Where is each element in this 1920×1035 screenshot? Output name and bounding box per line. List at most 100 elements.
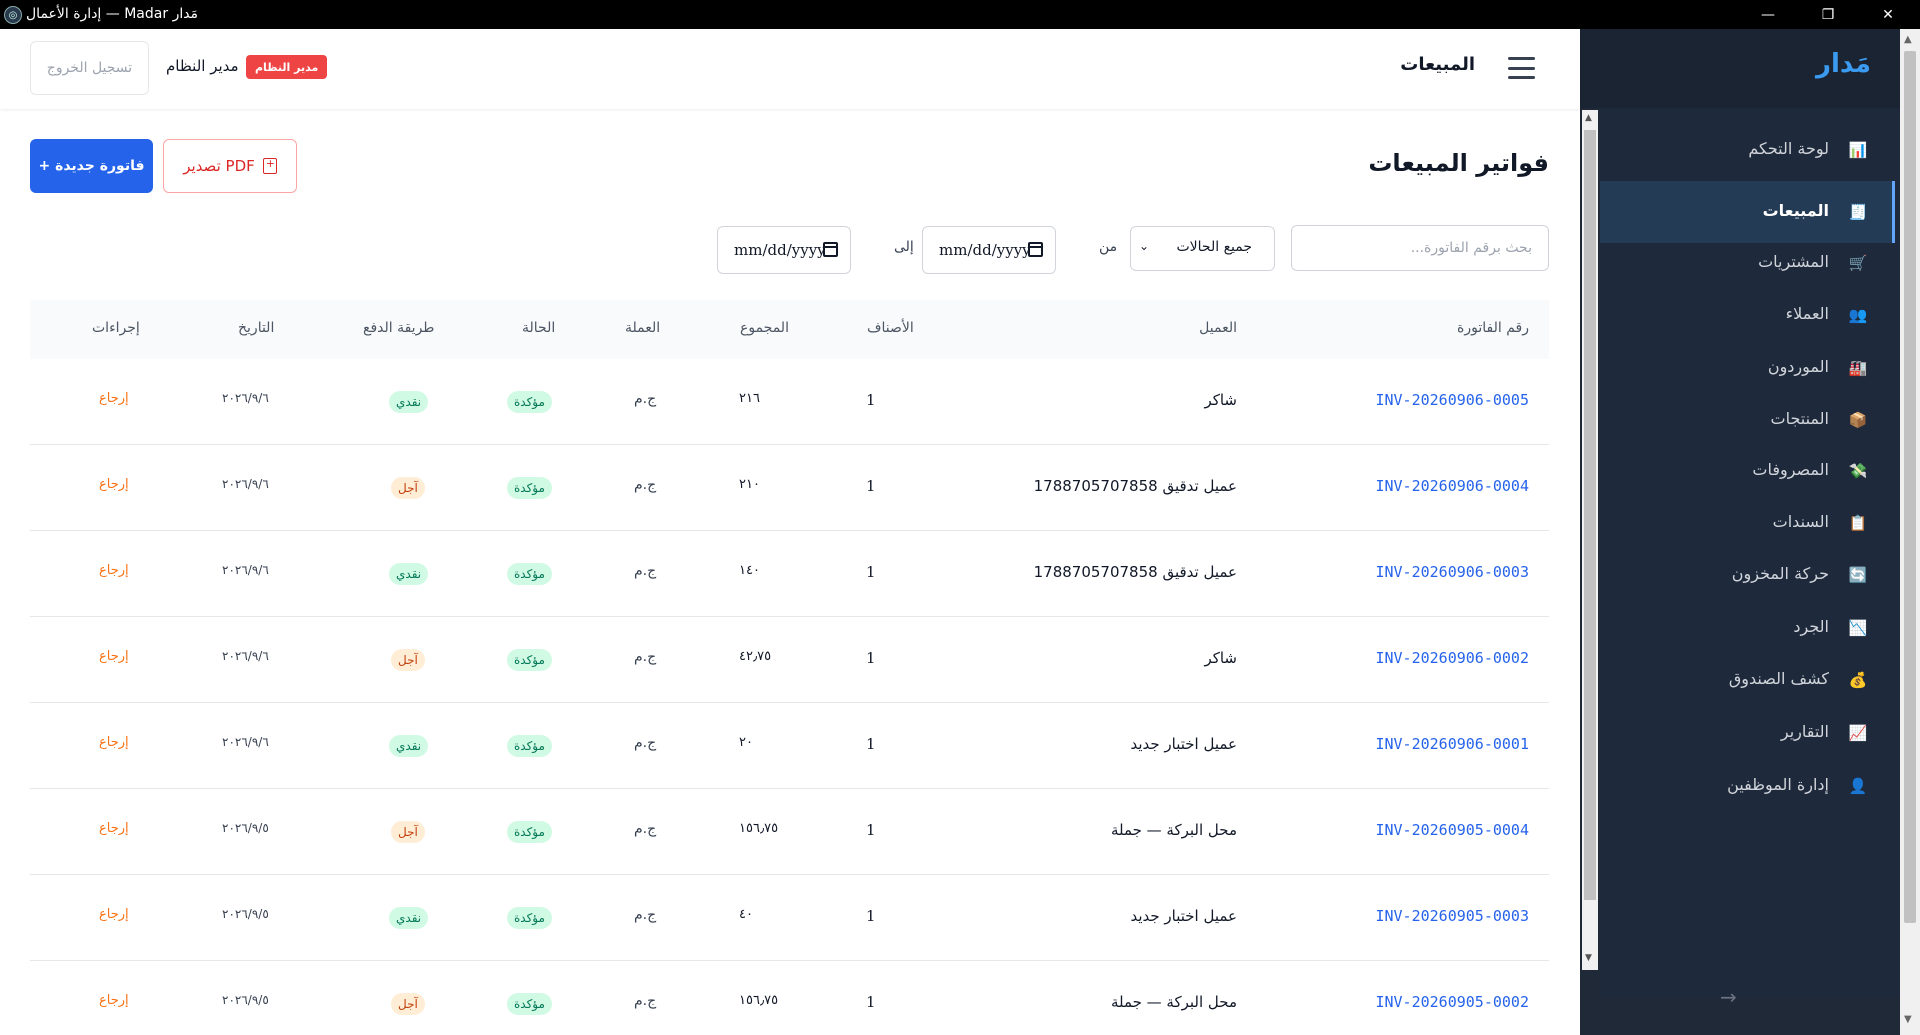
col-items[interactable]: الأصناف <box>867 320 914 336</box>
col-actions: إجراءات <box>92 320 140 336</box>
invoice-link[interactable]: INV-20260906-0003 <box>1375 563 1529 581</box>
date-to-input[interactable]: mm/dd/yyyy <box>717 226 851 274</box>
return-button[interactable]: إرجاع <box>99 391 129 406</box>
content-scrollbar[interactable]: ▲ ▼ <box>1582 110 1598 970</box>
status-filter-select[interactable]: جميع الحالات ⌄ <box>1130 226 1275 271</box>
app-logo-icon: ◎ <box>4 6 22 24</box>
chart-down-icon: 📉 <box>1848 618 1868 637</box>
close-icon[interactable]: ✕ <box>1860 0 1916 29</box>
scrollbar-thumb[interactable] <box>1904 51 1916 923</box>
status-badge: مؤكدة <box>507 993 552 1015</box>
col-currency[interactable]: العملة <box>625 320 660 336</box>
invoice-total: ١٤٠ <box>739 563 760 578</box>
scroll-down-icon[interactable]: ▼ <box>1904 1014 1912 1025</box>
money-bag-icon: 💰 <box>1848 670 1868 689</box>
brand-logo[interactable]: مَدار <box>1816 49 1871 79</box>
col-status[interactable]: الحالة <box>522 320 555 336</box>
invoice-total: ١٥٦٫٧٥ <box>739 993 779 1008</box>
customer-name: شاكر <box>1204 649 1237 667</box>
col-customer[interactable]: العميل <box>1199 320 1237 336</box>
invoice-total: ٤٠ <box>739 907 753 922</box>
calendar-icon[interactable] <box>1028 242 1043 257</box>
invoice-link[interactable]: INV-20260906-0002 <box>1375 649 1529 667</box>
table-row[interactable]: INV-20260905-0003 عميل اختبار جديد 1 ٤٠ ج.م م… <box>30 875 1549 961</box>
menu-toggle-icon[interactable] <box>1508 57 1535 79</box>
sidebar-item-label: العملاء <box>1785 304 1829 323</box>
invoice-link[interactable]: INV-20260906-0001 <box>1375 735 1529 753</box>
employee-icon: 👤 <box>1848 776 1868 795</box>
logout-button[interactable]: تسجيل الخروج <box>30 41 149 95</box>
invoice-link[interactable]: INV-20260905-0002 <box>1375 993 1529 1011</box>
invoice-date: ٢٠٢٦/٩/٥ <box>222 907 269 921</box>
return-button[interactable]: إرجاع <box>99 821 129 836</box>
content-scrollbar-thumb[interactable] <box>1584 130 1596 900</box>
status-badge: مؤكدة <box>507 477 552 499</box>
invoice-date: ٢٠٢٦/٩/٥ <box>222 993 269 1007</box>
payment-badge: آجل <box>391 821 425 843</box>
currency: ج.م <box>634 391 657 407</box>
sidebar-item-13[interactable]: 👤 إدارة الموظفين <box>1600 755 1895 817</box>
items-count: 1 <box>866 993 876 1011</box>
items-count: 1 <box>866 563 876 581</box>
status-badge: مؤكدة <box>507 735 552 757</box>
table-row[interactable]: INV-20260906-0001 عميل اختبار جديد 1 ٢٠ ج.م م… <box>30 703 1549 789</box>
sidebar-item-label: السندات <box>1772 512 1829 531</box>
content-scroll-up-icon[interactable]: ▲ <box>1585 113 1592 123</box>
invoice-date: ٢٠٢٦/٩/٦ <box>222 391 269 405</box>
invoice-link[interactable]: INV-20260905-0004 <box>1375 821 1529 839</box>
date-from-input[interactable]: mm/dd/yyyy <box>922 226 1056 274</box>
col-invoice-no[interactable]: رقم الفاتورة <box>1457 320 1529 336</box>
sidebar-item-label: المنتجات <box>1770 409 1830 428</box>
main-content: فواتير المبيعات + فاتورة جديدة تصدير PDF… <box>0 109 1580 1035</box>
return-button[interactable]: إرجاع <box>99 735 129 750</box>
box-icon: 📦 <box>1848 410 1868 429</box>
items-count: 1 <box>866 907 876 925</box>
sidebar-item-label: حركة المخزون <box>1731 564 1829 583</box>
clipboard-icon: 📋 <box>1848 513 1868 532</box>
table-row[interactable]: INV-20260905-0002 محل البركة — جملة 1 ١٥٦٫٧… <box>30 961 1549 1035</box>
content-scroll-down-icon[interactable]: ▼ <box>1585 953 1592 963</box>
customer-name: عميل تدقيق 1788705707858 <box>1033 477 1237 495</box>
table-row[interactable]: INV-20260905-0004 محل البركة — جملة 1 ١٥٦٫٧… <box>30 789 1549 875</box>
table-row[interactable]: INV-20260906-0002 شاكر 1 ٤٢٫٧٥ ج.م مؤكدة آجل ٢٠… <box>30 617 1549 703</box>
invoice-link[interactable]: INV-20260906-0004 <box>1375 477 1529 495</box>
minimize-icon[interactable]: — <box>1740 0 1796 29</box>
return-button[interactable]: إرجاع <box>99 993 129 1008</box>
col-payment[interactable]: طريقة الدفع <box>363 320 434 336</box>
invoice-total: ٤٢٫٧٥ <box>739 649 772 664</box>
role-badge: مدير النظام <box>246 55 328 79</box>
status-badge: مؤكدة <box>507 821 552 843</box>
window-title: إدارة الأعمال — Madar مَدار <box>26 6 199 22</box>
table-row[interactable]: INV-20260906-0003 عميل تدقيق 178870570785… <box>30 531 1549 617</box>
return-button[interactable]: إرجاع <box>99 907 129 922</box>
invoice-link[interactable]: INV-20260906-0005 <box>1375 391 1529 409</box>
date-from-label: من <box>1099 239 1118 255</box>
collapse-sidebar-icon[interactable]: → <box>1720 985 1737 1009</box>
items-count: 1 <box>866 735 876 753</box>
invoice-total: ٢١٦ <box>739 391 760 406</box>
restore-icon[interactable]: ❐ <box>1800 0 1856 29</box>
window-scrollbar[interactable]: ▲ ▼ <box>1900 29 1920 1035</box>
return-button[interactable]: إرجاع <box>99 563 129 578</box>
sidebar: مَدار 📊 لوحة التحكم 🧾 المبيعات 🛒 المشتريات 👥 ال… <box>1580 29 1900 1035</box>
new-invoice-button[interactable]: + فاتورة جديدة <box>30 139 153 193</box>
col-total[interactable]: المجموع <box>740 320 789 336</box>
chevron-down-icon: ⌄ <box>1139 239 1150 253</box>
search-input[interactable] <box>1291 225 1549 271</box>
sidebar-item-label: المشتريات <box>1758 252 1829 271</box>
calendar-icon[interactable] <box>823 242 838 257</box>
table-row[interactable]: INV-20260906-0005 شاكر 1 ٢١٦ ج.م مؤكدة نقدي ٢٠٢… <box>30 359 1549 445</box>
scroll-up-icon[interactable]: ▲ <box>1904 34 1912 45</box>
table-row[interactable]: INV-20260906-0004 عميل تدقيق 178870570785… <box>30 445 1549 531</box>
items-count: 1 <box>866 391 876 409</box>
table-body: INV-20260906-0005 شاكر 1 ٢١٦ ج.م مؤكدة نقدي ٢٠٢… <box>30 359 1549 1035</box>
currency: ج.م <box>634 477 657 493</box>
return-button[interactable]: إرجاع <box>99 477 129 492</box>
col-date[interactable]: التاريخ <box>238 320 274 336</box>
export-pdf-button[interactable]: تصدير PDF <box>163 139 297 193</box>
window-titlebar: ◎ إدارة الأعمال — Madar مَدار — ❐ ✕ <box>0 0 1920 29</box>
invoice-link[interactable]: INV-20260905-0003 <box>1375 907 1529 925</box>
sidebar-item-label: الجرد <box>1793 617 1829 636</box>
sidebar-item-1[interactable]: 📊 لوحة التحكم <box>1600 119 1895 181</box>
return-button[interactable]: إرجاع <box>99 649 129 664</box>
